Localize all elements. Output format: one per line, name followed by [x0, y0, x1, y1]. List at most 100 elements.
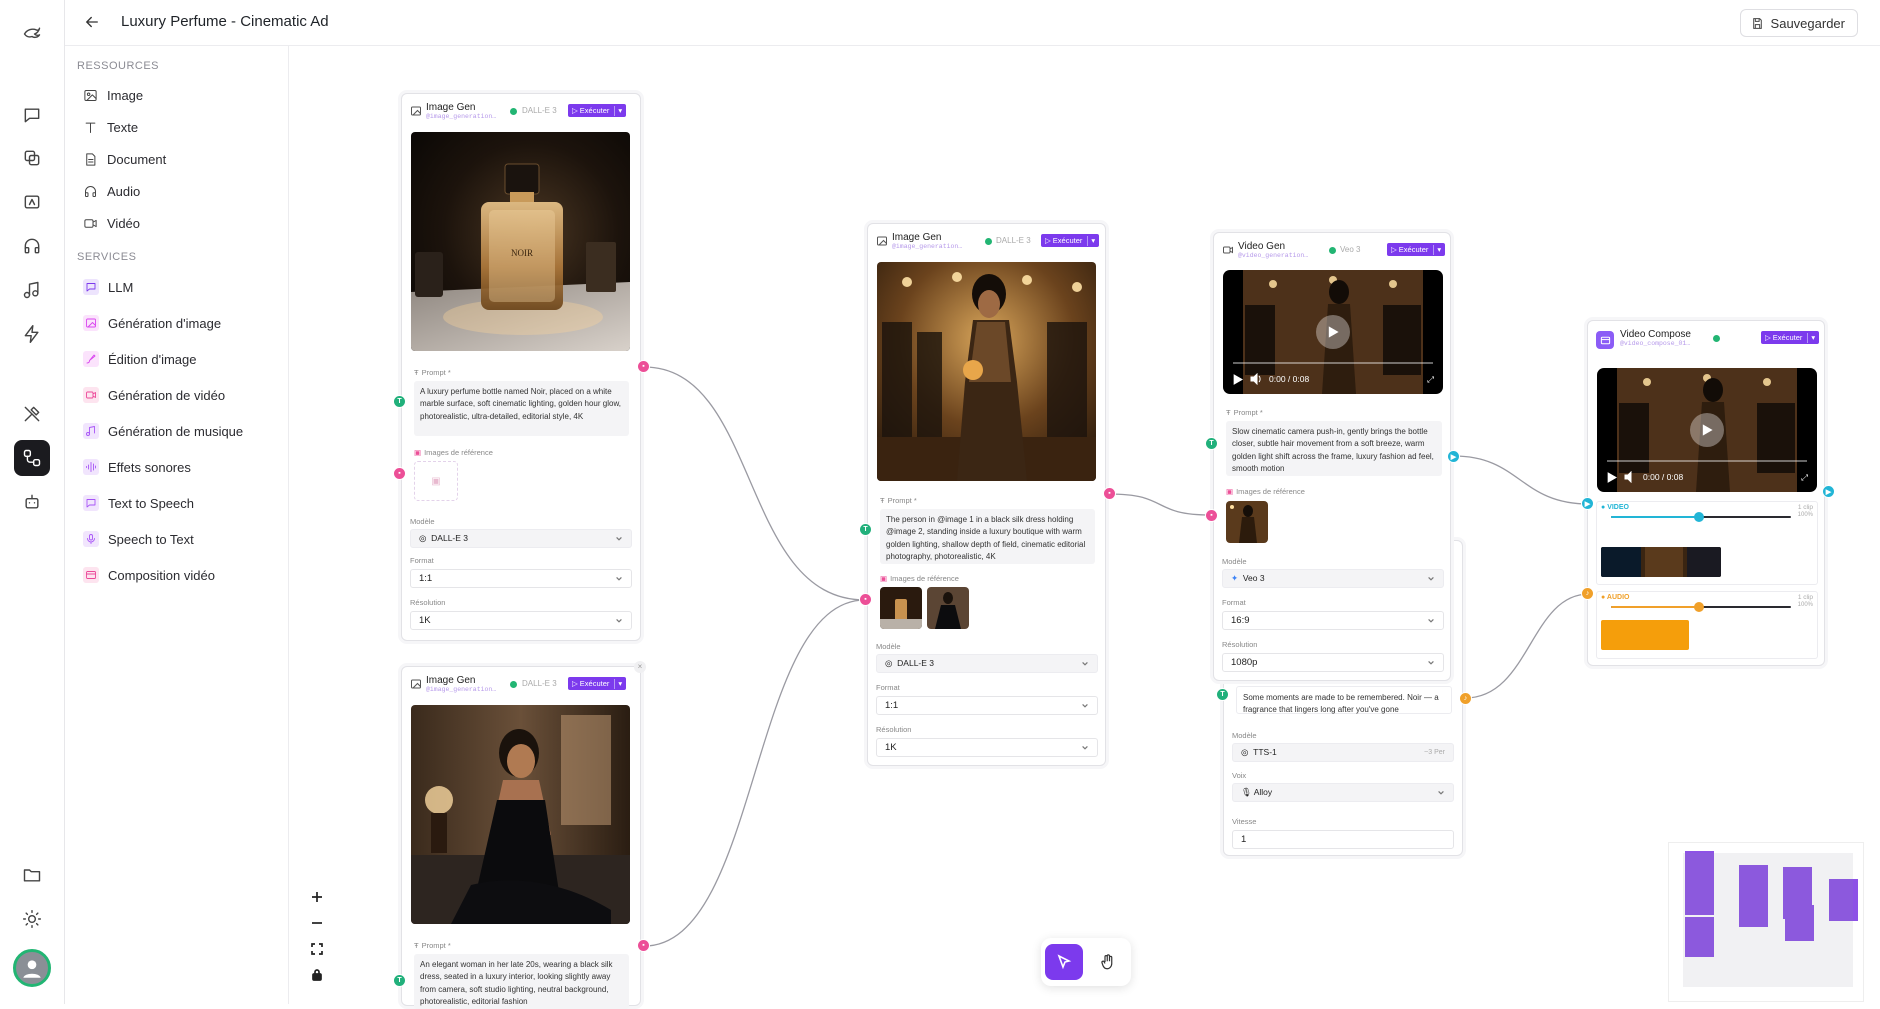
output-port-video[interactable]: ▶ [1822, 485, 1835, 498]
format-select[interactable]: 1:1 [410, 569, 632, 588]
service-image-edit[interactable]: Édition d'image [83, 347, 196, 371]
headphones-icon[interactable] [14, 228, 50, 264]
input-port-image[interactable]: ▪ [859, 593, 872, 606]
format-select[interactable]: 16:9 [1222, 611, 1444, 630]
video-compose-node[interactable]: Video Compose @video_compose_01… ▷ Exécut… [1587, 320, 1825, 666]
service-music-gen[interactable]: Génération de musique [83, 419, 243, 443]
save-button[interactable]: Sauvegarder [1739, 9, 1858, 37]
volume-icon[interactable] [1250, 373, 1262, 385]
run-menu-chevron-icon[interactable]: ▾ [614, 678, 622, 689]
service-video-compose[interactable]: Composition vidéo [83, 563, 215, 587]
prompt-textarea[interactable]: A luxury perfume bottle named Noir, plac… [414, 381, 629, 436]
play-icon[interactable] [1232, 373, 1243, 385]
generated-image-woman[interactable] [411, 705, 630, 924]
input-port-text[interactable]: T [1216, 688, 1229, 701]
input-port-audio[interactable]: ♪ [1581, 587, 1594, 600]
model-select[interactable]: ◎ DALL-E 3 [876, 654, 1098, 673]
video-player[interactable]: 0:00 / 0:08 ⤢ [1223, 270, 1443, 394]
run-menu-chevron-icon[interactable]: ▾ [1087, 235, 1095, 246]
back-arrow-icon[interactable] [83, 13, 103, 33]
minimap-viewport[interactable] [1683, 853, 1853, 987]
music-note-icon[interactable] [14, 272, 50, 308]
tts-text-input[interactable]: Some moments are made to be remembered. … [1236, 686, 1452, 714]
speed-input[interactable]: 1 [1232, 830, 1454, 849]
lightning-icon[interactable] [14, 316, 50, 352]
fit-view-icon[interactable] [306, 938, 328, 960]
input-port-text[interactable]: T [393, 974, 406, 987]
sun-icon[interactable] [14, 901, 50, 937]
image-edit-icon[interactable] [14, 184, 50, 220]
ref-image-dropzone[interactable]: ▣ [414, 461, 458, 501]
model-select[interactable]: ◎ DALL-E 3 [410, 529, 632, 548]
service-image-gen[interactable]: Génération d'image [83, 311, 221, 335]
image-gen-node-2[interactable]: Image Gen @image_generation… DALL-E 3 ▷ E… [401, 661, 646, 1009]
avatar[interactable] [13, 949, 51, 987]
run-button[interactable]: ▷ Exécuter ▾ [1761, 331, 1820, 344]
service-sfx[interactable]: Effets sonores [83, 455, 191, 479]
resource-image[interactable]: Image [83, 83, 143, 107]
prompt-textarea[interactable]: Slow cinematic camera push-in, gently br… [1226, 421, 1442, 476]
video-gen-node[interactable]: Video Gen @video_generation… Veo 3 ▷ Exéc… [1213, 232, 1451, 681]
run-button[interactable]: ▷ Exécuter ▾ [1041, 234, 1100, 247]
fullscreen-icon[interactable]: ⤢ [1427, 374, 1434, 385]
layers-icon[interactable] [14, 140, 50, 176]
workflow-icon[interactable] [14, 440, 50, 476]
service-llm[interactable]: LLM [83, 275, 133, 299]
input-port-text[interactable]: T [393, 395, 406, 408]
generated-image-perfume[interactable]: NOIR [411, 132, 630, 351]
model-select[interactable]: ✦ Veo 3 [1222, 569, 1444, 588]
input-port-image[interactable]: ▪ [393, 467, 406, 480]
close-icon[interactable]: × [634, 661, 646, 673]
ref-image-2[interactable] [927, 587, 969, 629]
resource-document[interactable]: Document [83, 147, 166, 171]
run-menu-chevron-icon[interactable]: ▾ [1433, 244, 1441, 255]
video-clip-thumbnail[interactable] [1601, 547, 1721, 577]
run-menu-chevron-icon[interactable]: ▾ [614, 105, 622, 116]
ref-image-1[interactable] [880, 587, 922, 629]
zoom-out-icon[interactable] [306, 912, 328, 934]
tools-icon[interactable] [14, 396, 50, 432]
zoom-in-icon[interactable] [306, 886, 328, 908]
ref-image-1[interactable] [1226, 501, 1268, 543]
resolution-select[interactable]: 1K [876, 738, 1098, 757]
compose-video-player[interactable]: 0:00 / 0:08 ⤢ [1597, 368, 1817, 492]
tts-model-select[interactable]: ◎ TTS-1 ~3 Per [1232, 743, 1454, 762]
service-video-gen[interactable]: Génération de vidéo [83, 383, 225, 407]
robot-icon[interactable] [14, 484, 50, 520]
resolution-select[interactable]: 1080p [1222, 653, 1444, 672]
play-icon[interactable] [1606, 471, 1617, 483]
volume-icon[interactable] [1624, 471, 1636, 483]
fullscreen-icon[interactable]: ⤢ [1801, 472, 1808, 483]
image-gen-node-1[interactable]: Image Gen @image_generation… DALL-E 3 ▷ E… [401, 93, 641, 641]
output-port-image[interactable]: ▪ [1103, 487, 1116, 500]
video-volume-handle[interactable] [1694, 512, 1704, 522]
resource-audio[interactable]: Audio [83, 179, 140, 203]
output-port-image[interactable]: ▪ [637, 939, 650, 952]
prompt-textarea[interactable]: An elegant woman in her late 20s, wearin… [414, 954, 629, 1009]
play-overlay-icon[interactable] [1690, 413, 1724, 447]
lock-icon[interactable] [306, 964, 328, 986]
audio-volume-handle[interactable] [1694, 602, 1704, 612]
voice-select[interactable]: 🎙 Alloy [1232, 783, 1454, 802]
run-button[interactable]: ▷ Exécuter ▾ [1387, 243, 1446, 256]
generated-image-boutique[interactable] [877, 262, 1096, 481]
folder-icon[interactable] [14, 857, 50, 893]
audio-clip[interactable] [1601, 620, 1689, 650]
input-port-video[interactable]: ▶ [1581, 497, 1594, 510]
play-overlay-icon[interactable] [1316, 315, 1350, 349]
input-port-text[interactable]: T [1205, 437, 1218, 450]
select-tool-cursor-icon[interactable] [1045, 944, 1083, 980]
resolution-select[interactable]: 1K [410, 611, 632, 630]
output-port-audio[interactable]: ♪ [1459, 692, 1472, 705]
format-select[interactable]: 1:1 [876, 696, 1098, 715]
app-logo-icon[interactable] [14, 16, 50, 52]
service-tts[interactable]: Text to Speech [83, 491, 194, 515]
minimap[interactable] [1668, 842, 1864, 1002]
resource-text[interactable]: Texte [83, 115, 138, 139]
pan-tool-hand-icon[interactable] [1089, 944, 1127, 980]
output-port-image[interactable]: ▪ [637, 360, 650, 373]
service-stt[interactable]: Speech to Text [83, 527, 194, 551]
chat-icon[interactable] [14, 97, 50, 133]
output-port-video[interactable]: ▶ [1447, 450, 1460, 463]
input-port-image[interactable]: ▪ [1205, 509, 1218, 522]
